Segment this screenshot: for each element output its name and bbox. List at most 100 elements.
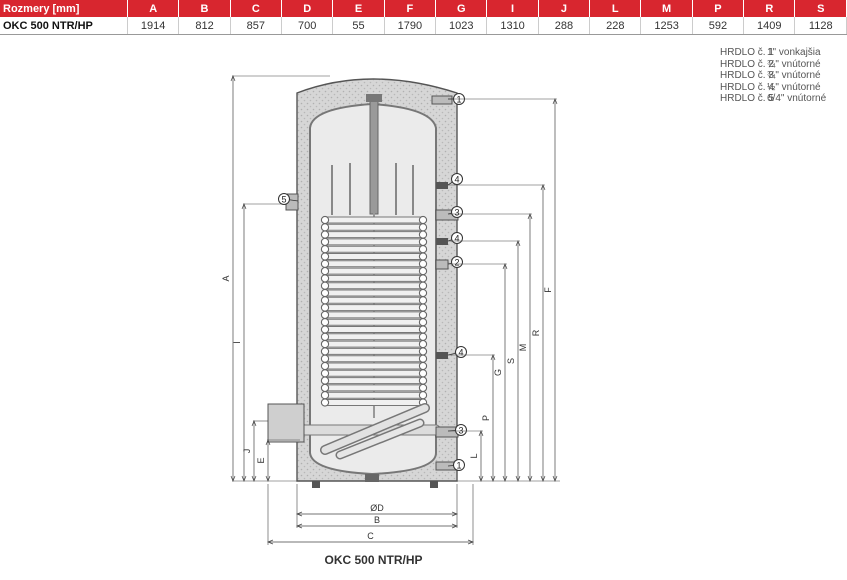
coil-turn bbox=[321, 340, 427, 348]
callout-number: 4 bbox=[454, 233, 459, 243]
coil-section-right bbox=[418, 245, 428, 254]
dim-label-f: F bbox=[543, 287, 553, 293]
coil-turn bbox=[321, 377, 427, 385]
coil-section-left bbox=[320, 303, 330, 312]
coil-section-left bbox=[320, 252, 330, 261]
coil-turn bbox=[321, 391, 427, 399]
coil-section-right bbox=[418, 230, 428, 239]
dim-label-s: S bbox=[506, 358, 516, 364]
callout-number: 2 bbox=[454, 257, 459, 267]
coil-section-right bbox=[418, 361, 428, 371]
coil-turn bbox=[321, 296, 427, 304]
coil-turn bbox=[321, 333, 427, 341]
dim-label-g: G bbox=[493, 369, 503, 376]
coil-turn bbox=[321, 216, 427, 224]
coil-turn bbox=[321, 282, 427, 290]
coil-section-left bbox=[320, 245, 330, 254]
coil-section-left bbox=[320, 230, 330, 239]
coil-section-left bbox=[320, 223, 330, 232]
coil-section-left bbox=[320, 237, 330, 247]
coil-turn bbox=[321, 260, 427, 268]
coil-section-right bbox=[418, 223, 428, 232]
anode-rod bbox=[369, 95, 379, 215]
coil-section-right bbox=[418, 318, 428, 327]
coil-section-right bbox=[418, 369, 428, 378]
coil-turn bbox=[321, 245, 427, 253]
dim-label-p: P bbox=[481, 415, 491, 421]
coil-section-right bbox=[418, 347, 428, 356]
coil-section-left bbox=[320, 376, 330, 385]
coil-turn bbox=[321, 223, 427, 231]
tank-diagram: 1 4 3 4 2 4 3 1 5 A I JE F R MSG P L ØD BC bbox=[221, 75, 560, 545]
coil-section-right bbox=[418, 259, 428, 268]
coil-section-left bbox=[320, 288, 330, 298]
dim-label-d: ØD bbox=[370, 503, 384, 513]
callout-number: 3 bbox=[458, 425, 463, 435]
coil-section-left bbox=[320, 281, 330, 290]
coil-section-right bbox=[418, 288, 428, 298]
coil-section-left bbox=[320, 383, 330, 393]
coil-turn bbox=[321, 238, 427, 246]
callout-number: 4 bbox=[454, 174, 459, 184]
coil-section-left bbox=[320, 398, 330, 407]
coil-turn bbox=[321, 274, 427, 282]
coil-section-left bbox=[320, 369, 330, 378]
coil-section-left bbox=[320, 318, 330, 327]
flange-cover bbox=[267, 403, 305, 443]
coil-section-left bbox=[320, 347, 330, 356]
coil-turn bbox=[321, 253, 427, 260]
coil-turn bbox=[321, 231, 427, 239]
coil-turn bbox=[321, 369, 427, 377]
coil-turn bbox=[321, 384, 427, 392]
coil-section-left bbox=[320, 339, 330, 349]
coil-section-right bbox=[418, 376, 428, 385]
coil-section-left bbox=[320, 391, 330, 400]
coil-section-right bbox=[418, 339, 428, 349]
tank-foot-right bbox=[430, 481, 438, 488]
coil-section-right bbox=[418, 303, 428, 312]
coil-section-left bbox=[320, 354, 330, 363]
dim-label-e: E bbox=[256, 457, 266, 463]
coil-section-right bbox=[418, 354, 428, 363]
coil-section-right bbox=[418, 325, 428, 334]
coil-section-right bbox=[418, 391, 428, 400]
coil-turn bbox=[321, 399, 427, 406]
coil-section-left bbox=[320, 361, 330, 371]
coil-section-right bbox=[418, 237, 428, 247]
coil-turn bbox=[321, 318, 427, 326]
anode-cap bbox=[366, 94, 382, 102]
coil-section-left bbox=[320, 259, 330, 268]
drain-plug bbox=[365, 474, 379, 482]
coil-turn bbox=[321, 289, 427, 297]
coil-turn bbox=[321, 304, 427, 312]
coil-section-right bbox=[418, 266, 428, 276]
coil-section-right bbox=[418, 252, 428, 261]
dim-label-b: B bbox=[374, 515, 380, 525]
coil-section-right bbox=[418, 310, 428, 320]
dim-label-j: J bbox=[242, 449, 252, 454]
coil-section-right bbox=[418, 296, 428, 305]
coil-section-left bbox=[320, 310, 330, 320]
callout-number: 1 bbox=[456, 94, 461, 104]
coil-section-right bbox=[418, 383, 428, 393]
callout-number: 4 bbox=[458, 347, 463, 357]
dim-label-c: C bbox=[367, 531, 374, 541]
dim-label-r: R bbox=[531, 329, 541, 336]
coil-section-left bbox=[320, 332, 330, 341]
coil-section-right bbox=[418, 332, 428, 341]
coil-section-left bbox=[320, 215, 330, 225]
coil-turn bbox=[321, 347, 427, 355]
dim-label-l: L bbox=[469, 453, 479, 458]
dim-label-i: I bbox=[232, 341, 242, 344]
coil-section-left bbox=[320, 266, 330, 276]
coil-section-left bbox=[320, 274, 330, 283]
coil-section-right bbox=[418, 281, 428, 290]
diagram-caption: OKC 500 NTR/HP bbox=[324, 553, 423, 567]
coil-section-right bbox=[418, 274, 428, 283]
dim-label-a: A bbox=[221, 275, 231, 281]
coil-turn bbox=[321, 267, 427, 275]
coil-turn bbox=[321, 311, 427, 319]
coil-section-right bbox=[418, 215, 428, 225]
dim-label-m: M bbox=[518, 344, 528, 352]
coil-section-left bbox=[320, 325, 330, 334]
